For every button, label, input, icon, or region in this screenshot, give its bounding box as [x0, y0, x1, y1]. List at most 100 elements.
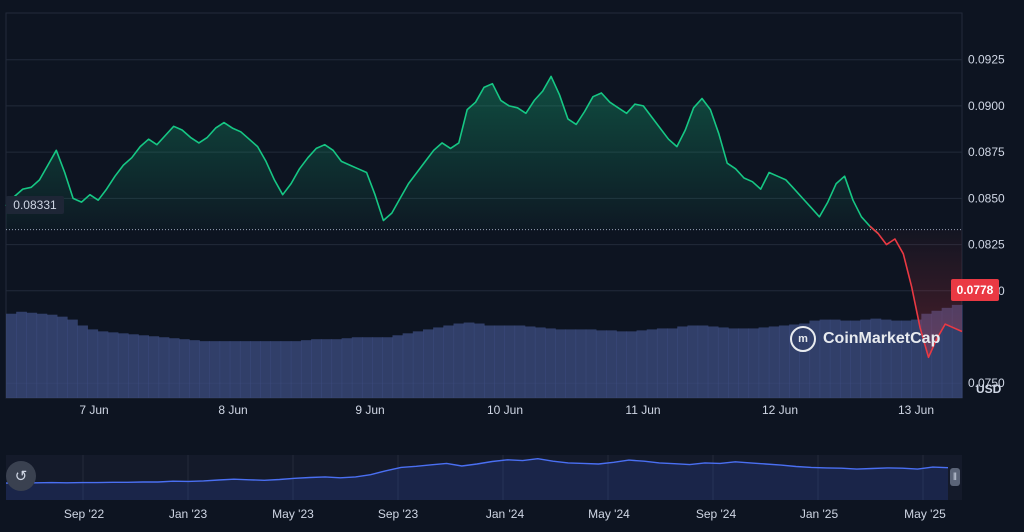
volume-bar: [707, 326, 719, 398]
volume-bar: [494, 325, 505, 398]
volume-bar: [107, 332, 119, 398]
volume-bar: [229, 341, 241, 398]
current-price-label: 0.0778: [951, 279, 999, 301]
volume-bar: [778, 325, 790, 398]
volume-bar: [667, 328, 678, 398]
watermark-text: CoinMarketCap: [823, 330, 941, 347]
volume-bar: [311, 339, 322, 398]
volume-bar: [412, 331, 424, 398]
volume-bar: [545, 328, 556, 398]
volume-bar: [56, 316, 68, 398]
volume-bar: [300, 340, 312, 398]
volume-bar: [646, 329, 658, 398]
volume-bar: [351, 337, 363, 398]
volume-bar: [128, 334, 139, 398]
volume-bar: [595, 330, 607, 398]
volume-bar: [87, 329, 99, 398]
volume-bar: [372, 337, 383, 398]
volume-bar: [463, 322, 475, 398]
volume-bar: [585, 329, 597, 398]
volume-bar: [606, 330, 617, 398]
volume-bar: [504, 325, 516, 398]
overview-tick-label: Sep '24: [696, 507, 737, 521]
volume-bar: [748, 328, 760, 398]
volume-bar: [656, 328, 668, 398]
overview-tick-label: Jan '24: [486, 507, 525, 521]
x-tick-label: 12 Jun: [762, 403, 798, 417]
volume-bar: [321, 339, 333, 398]
volume-bar: [697, 325, 709, 398]
history-button[interactable]: ↺: [6, 461, 36, 491]
volume-bar: [158, 337, 170, 398]
volume-bar: [677, 326, 689, 398]
volume-bar: [626, 331, 638, 398]
volume-bar: [341, 338, 353, 398]
volume-bar: [239, 341, 251, 398]
overview-tick-label: May '23: [272, 507, 314, 521]
x-tick-label: 9 Jun: [355, 403, 384, 417]
x-axis: 7 Jun 8 Jun 9 Jun 10 Jun 11 Jun 12 Jun 13 Jun: [79, 403, 934, 417]
volume-bar: [422, 329, 434, 398]
volume-bar: [453, 323, 465, 398]
overview-tick-label: Jan '23: [169, 507, 208, 521]
volume-bar: [565, 329, 577, 398]
volume-bar: [270, 341, 282, 398]
y-tick-label: 0.0825: [968, 238, 1005, 252]
volume-bar: [36, 313, 48, 398]
volume-bar: [616, 331, 627, 398]
x-tick-label: 7 Jun: [79, 403, 108, 417]
y-tick-label: 0.0925: [968, 53, 1005, 67]
volume-bar: [77, 325, 88, 398]
volume-bar: [758, 327, 770, 398]
overview-tick-label: May '24: [588, 507, 630, 521]
x-tick-label: 11 Jun: [625, 403, 660, 417]
volume-bar: [6, 313, 17, 398]
volume-bar: [219, 341, 231, 398]
x-tick-label: 10 Jun: [487, 403, 523, 417]
volume-bar: [392, 335, 404, 398]
overview-tick-label: Sep '23: [378, 507, 419, 521]
volume-bar: [484, 325, 495, 398]
y-tick-label: 0.0900: [968, 99, 1005, 113]
x-tick-label: 13 Jun: [898, 403, 934, 417]
volume-bar: [514, 325, 526, 398]
volume-bar: [331, 339, 343, 398]
volume-bar: [97, 331, 109, 398]
volume-bar: [534, 327, 546, 398]
volume-bar: [46, 314, 58, 398]
volume-bar: [26, 312, 38, 398]
y-tick-label: 0.0875: [968, 145, 1005, 159]
volume-bar: [738, 328, 750, 398]
volume-bar: [148, 336, 160, 398]
volume-bar: [290, 341, 302, 398]
volume-bar: [250, 341, 261, 398]
volume-bar: [402, 333, 414, 398]
volume-bar: [473, 323, 485, 398]
volume-bar: [636, 330, 648, 398]
volume-bar: [178, 339, 190, 398]
overview-tick-label: May '25: [904, 507, 946, 521]
overview-tick-label: Jan '25: [800, 507, 839, 521]
volume-bar: [138, 335, 149, 398]
volume-bar: [361, 337, 373, 398]
overview-navigator[interactable]: Sep '22 Jan '23 May '23 Sep '23 Jan '24 May '…: [5, 455, 962, 521]
volume-bar: [189, 340, 200, 398]
volume-bar: [199, 341, 211, 398]
price-chart[interactable]: 0.09250.09000.08750.08500.08250.08000.07…: [0, 0, 1024, 527]
volume-bar: [67, 319, 78, 398]
reference-price-label: 0.08331: [6, 196, 64, 214]
clock-icon: ↺: [14, 468, 28, 485]
y-axis: 0.09250.09000.08750.08500.08250.08000.07…: [968, 53, 1005, 390]
range-handle[interactable]: ‖: [950, 468, 960, 486]
coinmarketcap-logo-icon: m: [790, 326, 816, 352]
volume-bar: [382, 337, 394, 398]
currency-label: USD: [976, 382, 1002, 396]
volume-bar: [555, 329, 566, 398]
x-tick-label: 8 Jun: [218, 403, 247, 417]
volume-bar: [575, 329, 587, 398]
volume-bar: [168, 338, 180, 398]
volume-bar: [717, 327, 729, 398]
overview-tick-label: Sep '22: [64, 507, 105, 521]
y-tick-label: 0.0850: [968, 191, 1005, 205]
volume-bar: [117, 333, 129, 398]
